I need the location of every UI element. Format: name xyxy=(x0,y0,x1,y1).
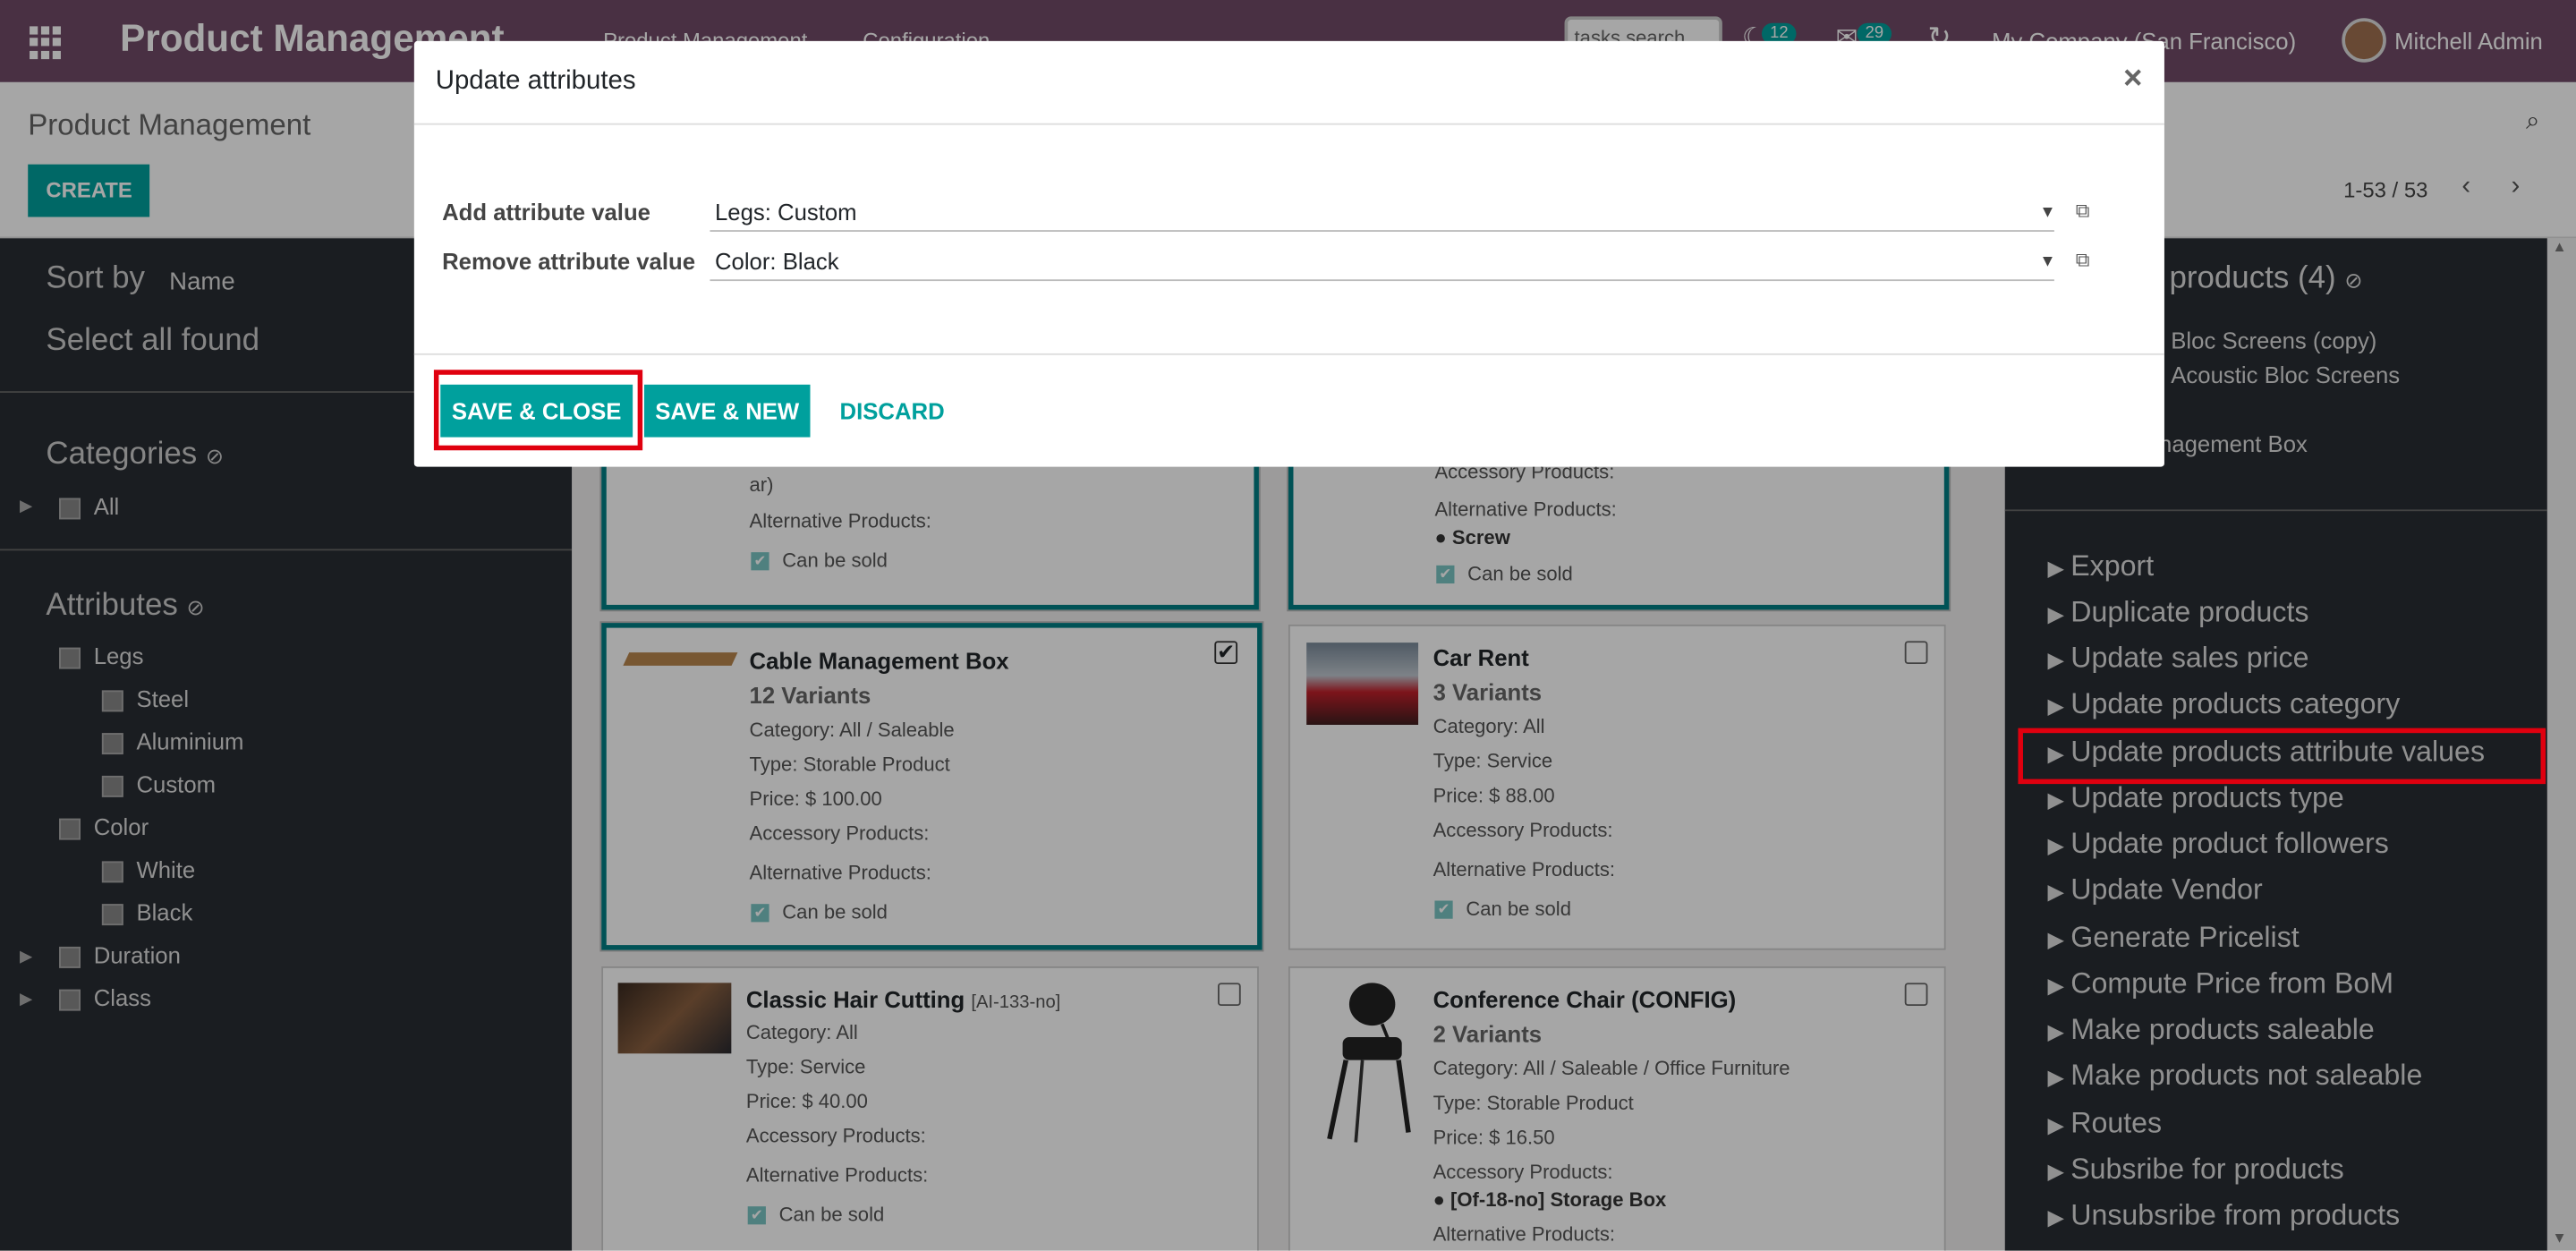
page: Product Management Product Management Co… xyxy=(0,0,2576,1251)
dialog-header: Update attributes × xyxy=(413,41,2164,125)
dialog-footer-divider xyxy=(413,353,2164,355)
chevron-down-icon[interactable]: ▼ xyxy=(2039,204,2055,222)
add-attribute-label: Add attribute value xyxy=(442,199,650,226)
highlight-box xyxy=(433,370,643,451)
save-new-button[interactable]: SAVE & NEW xyxy=(643,384,811,438)
remove-attribute-input[interactable] xyxy=(710,241,2054,282)
update-attributes-dialog: Update attributes × Add attribute value … xyxy=(413,40,2164,467)
external-link-icon[interactable]: ⧉ xyxy=(2076,248,2090,273)
add-attribute-input[interactable] xyxy=(710,191,2054,232)
close-icon[interactable]: × xyxy=(2123,61,2142,98)
discard-button[interactable]: DISCARD xyxy=(840,397,945,423)
highlight-box xyxy=(2018,728,2546,785)
dialog-title: Update attributes xyxy=(435,67,636,96)
chevron-down-icon[interactable]: ▼ xyxy=(2039,253,2055,271)
external-link-icon[interactable]: ⧉ xyxy=(2076,199,2090,224)
remove-attribute-label: Remove attribute value xyxy=(442,248,696,275)
